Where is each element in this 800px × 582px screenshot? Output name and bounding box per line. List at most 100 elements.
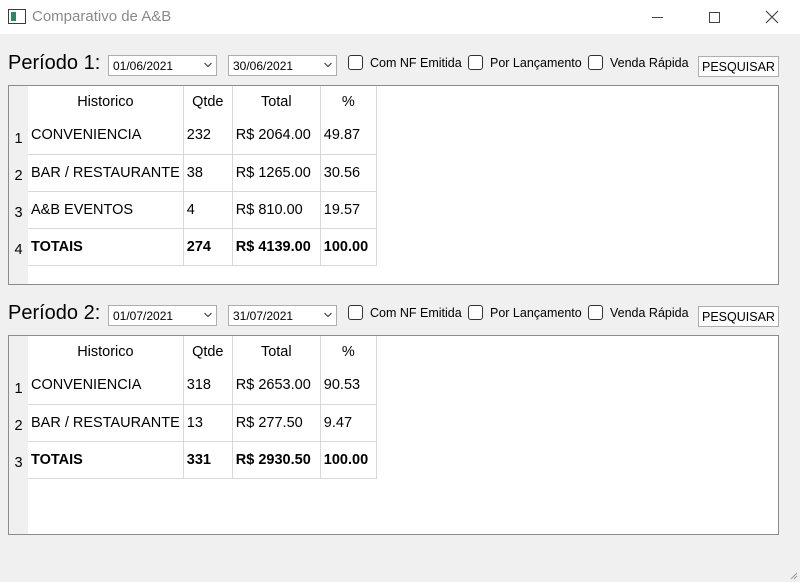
cell-total[interactable]: R$ 2064.00 [232, 117, 321, 155]
totals-row[interactable]: 4 TOTAIS 274 R$ 4139.00 100.00 [9, 228, 377, 266]
corner-cell [9, 336, 28, 367]
period-1-search-button[interactable]: PESQUISAR [698, 56, 779, 77]
period-2-date-to[interactable]: 31/07/2021 [228, 305, 337, 326]
checkbox-icon[interactable] [468, 305, 483, 320]
app-icon [8, 9, 26, 24]
period-1-check-nf-label: Com NF Emitida [370, 55, 462, 70]
chevron-down-icon [324, 62, 332, 68]
cell-historico[interactable]: BAR / RESTAURANTE [28, 404, 184, 442]
period-1-check-nf[interactable]: Com NF Emitida [348, 55, 462, 70]
corner-cell [9, 86, 28, 117]
period-2-table[interactable]: Historico Qtde Total % 1 CONVENIENCIA 31… [8, 335, 779, 535]
cell-qtde[interactable]: 4 [183, 191, 233, 229]
cell-pct[interactable]: 100.00 [320, 228, 377, 266]
period-2-check-lancamento-label: Por Lançamento [490, 305, 582, 320]
close-button[interactable] [749, 0, 795, 34]
period-2-check-venda[interactable]: Venda Rápida [588, 305, 689, 320]
checkbox-icon[interactable] [588, 55, 603, 70]
header-row: Historico Qtde Total % [9, 86, 377, 117]
checkbox-icon[interactable] [468, 55, 483, 70]
cell-historico[interactable]: BAR / RESTAURANTE [28, 154, 184, 192]
period-2-check-nf[interactable]: Com NF Emitida [348, 305, 462, 320]
period-1-check-lancamento-label: Por Lançamento [490, 55, 582, 70]
cell-total[interactable]: R$ 4139.00 [232, 228, 321, 266]
table-row[interactable]: 3 A&B EVENTOS 4 R$ 810.00 19.57 [9, 191, 377, 229]
cell-qtde[interactable]: 232 [183, 117, 233, 155]
period-1-table[interactable]: Historico Qtde Total % 1 CONVENIENCIA 23… [8, 85, 779, 285]
cell-total[interactable]: R$ 810.00 [232, 191, 321, 229]
maximize-icon [708, 11, 720, 23]
period-1-date-from[interactable]: 01/06/2021 [108, 55, 217, 76]
period-1-check-venda-label: Venda Rápida [610, 55, 689, 70]
period-1-date-to-value: 30/06/2021 [233, 59, 294, 73]
row-number: 2 [9, 154, 28, 191]
cell-qtde[interactable]: 13 [183, 404, 233, 442]
cell-pct[interactable]: 49.87 [320, 117, 377, 155]
period-2-date-to-value: 31/07/2021 [233, 309, 294, 323]
period-1-check-venda[interactable]: Venda Rápida [588, 55, 689, 70]
chevron-down-icon [204, 312, 212, 318]
cell-historico[interactable]: TOTAIS [28, 441, 184, 479]
col-header-pct[interactable]: % [320, 336, 377, 367]
cell-pct[interactable]: 30.56 [320, 154, 377, 192]
cell-pct[interactable]: 19.57 [320, 191, 377, 229]
checkbox-icon[interactable] [348, 55, 363, 70]
cell-pct[interactable]: 9.47 [320, 404, 377, 442]
col-header-historico[interactable]: Historico [28, 336, 184, 367]
period-1-check-lancamento[interactable]: Por Lançamento [468, 55, 582, 70]
period-2-grid: Historico Qtde Total % 1 CONVENIENCIA 31… [9, 336, 377, 479]
resize-grip-icon[interactable] [790, 572, 798, 580]
cell-total[interactable]: R$ 277.50 [232, 404, 321, 442]
period-2-check-nf-label: Com NF Emitida [370, 305, 462, 320]
table-row[interactable]: 1 CONVENIENCIA 232 R$ 2064.00 49.87 [9, 117, 377, 155]
cell-historico[interactable]: TOTAIS [28, 228, 184, 266]
totals-row[interactable]: 3 TOTAIS 331 R$ 2930.50 100.00 [9, 441, 377, 479]
period-2-check-lancamento[interactable]: Por Lançamento [468, 305, 582, 320]
cell-qtde[interactable]: 274 [183, 228, 233, 266]
checkbox-icon[interactable] [588, 305, 603, 320]
checkbox-icon[interactable] [348, 305, 363, 320]
close-icon [765, 10, 779, 24]
chevron-down-icon [324, 312, 332, 318]
cell-historico[interactable]: A&B EVENTOS [28, 191, 184, 229]
period-1-label: Período 1: [8, 52, 101, 74]
minimize-icon [651, 16, 663, 18]
minimize-button[interactable] [634, 0, 680, 34]
table-row[interactable]: 2 BAR / RESTAURANTE 38 R$ 1265.00 30.56 [9, 154, 377, 192]
cell-qtde[interactable]: 331 [183, 441, 233, 479]
cell-historico[interactable]: CONVENIENCIA [28, 117, 184, 155]
period-2-date-from[interactable]: 01/07/2021 [108, 305, 217, 326]
cell-pct[interactable]: 90.53 [320, 367, 377, 405]
cell-pct[interactable]: 100.00 [320, 441, 377, 479]
cell-total[interactable]: R$ 1265.00 [232, 154, 321, 192]
row-number: 1 [9, 117, 28, 154]
row-number: 2 [9, 404, 28, 441]
table-row[interactable]: 1 CONVENIENCIA 318 R$ 2653.00 90.53 [9, 367, 377, 405]
period-2-label: Período 2: [8, 302, 101, 324]
col-header-qtde[interactable]: Qtde [183, 86, 233, 117]
cell-total[interactable]: R$ 2930.50 [232, 441, 321, 479]
header-row: Historico Qtde Total % [9, 336, 377, 367]
col-header-pct[interactable]: % [320, 86, 377, 117]
cell-total[interactable]: R$ 2653.00 [232, 367, 321, 405]
chevron-down-icon [204, 62, 212, 68]
row-number: 1 [9, 367, 28, 404]
period-2-search-button[interactable]: PESQUISAR [698, 306, 779, 327]
period-2-check-venda-label: Venda Rápida [610, 305, 689, 320]
cell-historico[interactable]: CONVENIENCIA [28, 367, 184, 405]
cell-qtde[interactable]: 318 [183, 367, 233, 405]
maximize-button[interactable] [691, 0, 737, 34]
cell-qtde[interactable]: 38 [183, 154, 233, 192]
col-header-historico[interactable]: Historico [28, 86, 184, 117]
period-1-date-to[interactable]: 30/06/2021 [228, 55, 337, 76]
row-number: 3 [9, 441, 28, 478]
period-1-date-from-value: 01/06/2021 [113, 59, 174, 73]
col-header-qtde[interactable]: Qtde [183, 336, 233, 367]
period-1-grid: Historico Qtde Total % 1 CONVENIENCIA 23… [9, 86, 377, 266]
col-header-total[interactable]: Total [232, 336, 321, 367]
period-2-date-from-value: 01/07/2021 [113, 309, 174, 323]
title-bar: Comparativo de A&B [0, 0, 800, 34]
col-header-total[interactable]: Total [232, 86, 321, 117]
table-row[interactable]: 2 BAR / RESTAURANTE 13 R$ 277.50 9.47 [9, 404, 377, 442]
row-number: 4 [9, 228, 28, 265]
